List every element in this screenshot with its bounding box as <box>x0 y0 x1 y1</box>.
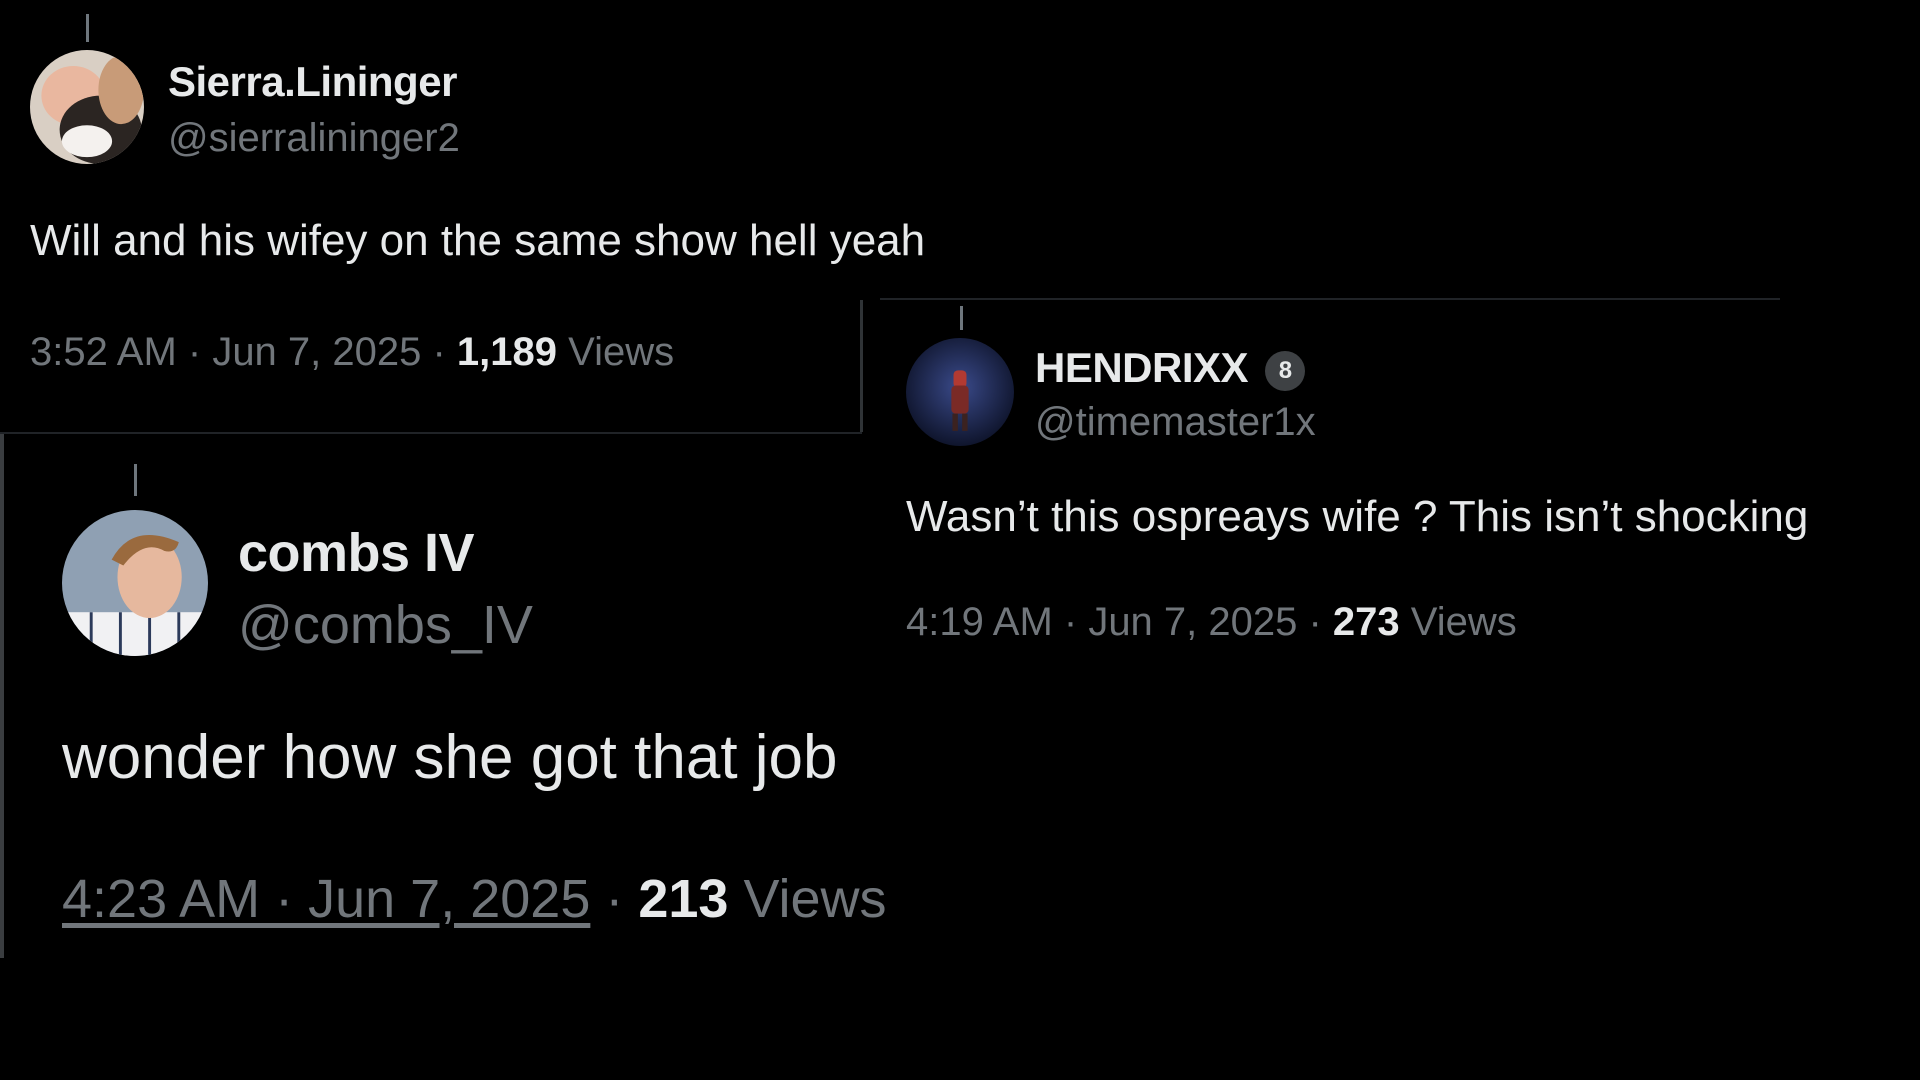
screenshot-canvas: Sierra.Lininger @sierralininger2 Will an… <box>0 0 1920 1080</box>
tweet-time[interactable]: 3:52 AM <box>30 330 177 374</box>
avatar[interactable] <box>30 50 144 164</box>
display-name[interactable]: HENDRIXX 8 <box>1035 344 1306 392</box>
meta-separator: · <box>1052 600 1089 644</box>
tweet-time[interactable]: 4:19 AM <box>906 600 1053 644</box>
views-count: 1,189 <box>456 330 558 374</box>
thread-connector <box>134 464 137 496</box>
tweet-timestamp-link[interactable]: 4:23 AM · Jun 7, 2025 <box>62 869 590 929</box>
thread-connector <box>960 306 963 330</box>
tweet-date[interactable]: Jun 7, 2025 <box>1088 600 1297 644</box>
meta-separator: · <box>176 330 213 374</box>
thread-connector <box>86 14 89 42</box>
views-count: 213 <box>638 869 729 929</box>
avatar-photo-icon <box>30 50 144 164</box>
views-label: Views <box>1399 600 1517 644</box>
avatar-photo-icon <box>906 338 1014 446</box>
tweet-text: Will and his wifey on the same show hell… <box>30 216 926 265</box>
avatar[interactable] <box>906 338 1014 446</box>
tweet-meta: 4:23 AM · Jun 7, 2025 · 213 Views <box>62 868 887 930</box>
views-label: Views <box>557 330 675 374</box>
tweet-meta: 4:19 AM · Jun 7, 2025 · 273 Views <box>906 600 1517 645</box>
meta-separator: · <box>590 869 639 929</box>
tweet-meta: 3:52 AM · Jun 7, 2025 · 1,189 Views <box>30 330 674 375</box>
tweet-card-combs[interactable]: combs IV @combs_IV wonder how she got th… <box>4 434 887 958</box>
views-count: 273 <box>1332 600 1400 644</box>
display-name[interactable]: Sierra.Lininger <box>168 58 457 106</box>
tweet-text: wonder how she got that job <box>62 723 838 792</box>
avatar[interactable] <box>62 510 208 656</box>
user-handle[interactable]: @sierralininger2 <box>168 116 460 161</box>
meta-separator: · <box>1297 600 1333 644</box>
user-handle[interactable]: @timemaster1x <box>1035 400 1316 445</box>
tweet-text: Wasn’t this ospreays wife ? This isn’t s… <box>906 492 1809 541</box>
tweet-date[interactable]: Jun 7, 2025 <box>212 330 421 374</box>
user-handle[interactable]: @combs_IV <box>238 594 533 656</box>
tweet-card-sierra[interactable]: Sierra.Lininger @sierralininger2 Will an… <box>0 0 925 430</box>
avatar-photo-icon <box>62 510 208 656</box>
display-name-text[interactable]: HENDRIXX <box>1035 344 1249 391</box>
divider <box>860 300 863 432</box>
display-name[interactable]: combs IV <box>238 522 475 584</box>
tweet-card-hendrixx[interactable]: HENDRIXX 8 @timemaster1x Wasn’t this osp… <box>880 300 1920 660</box>
views-label: Views <box>728 869 887 929</box>
meta-separator: · <box>421 330 457 374</box>
badge-icon[interactable]: 8 <box>1265 350 1306 391</box>
